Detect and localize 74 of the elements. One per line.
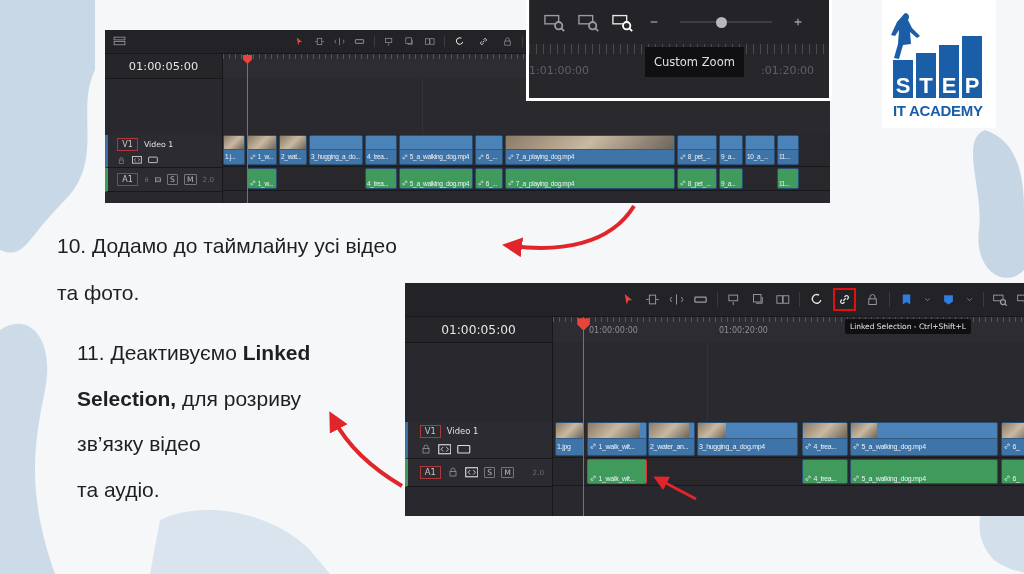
link-icon [477, 179, 485, 187]
link-icon [1003, 442, 1012, 451]
link-icon [249, 152, 257, 161]
magnet-icon[interactable] [809, 292, 824, 307]
link-icon [1003, 473, 1012, 482]
timecode-display: 01:00:05:00 [105, 54, 222, 79]
ruler-timecode: 01:00:20:00 [719, 325, 768, 335]
trim-icon[interactable] [314, 36, 325, 47]
link-icon [589, 473, 598, 482]
link-icon [804, 442, 813, 451]
photo-placeholder [588, 423, 640, 438]
link-icon [401, 152, 409, 161]
link-icon [249, 179, 257, 187]
replace-clip-icon[interactable] [775, 292, 790, 307]
link-icon [679, 179, 687, 187]
pointer-arrow [653, 476, 697, 501]
photo-placeholder [280, 136, 306, 149]
monitor-icon[interactable] [457, 444, 471, 455]
step-logo-drawing: S T E P IT ACADEMY [889, 5, 989, 123]
link-icon[interactable] [478, 36, 489, 47]
photo-placeholder [851, 423, 877, 438]
auto-select-icon[interactable] [464, 467, 479, 478]
lock-icon[interactable] [502, 36, 513, 47]
pointer-icon[interactable] [294, 36, 305, 47]
zoom-icon[interactable] [993, 292, 1008, 307]
link-icon [401, 179, 409, 187]
photo-placeholder [556, 423, 583, 438]
link-icon [804, 473, 813, 482]
link-icon [589, 442, 598, 451]
overwrite-clip-icon[interactable] [404, 36, 415, 47]
auto-select-icon[interactable] [437, 444, 452, 455]
trim-icon[interactable] [645, 292, 660, 307]
overwrite-clip-icon[interactable] [751, 292, 766, 307]
insert-clip-icon[interactable] [384, 36, 395, 47]
monitor-icon[interactable] [148, 156, 158, 164]
lock-icon[interactable] [865, 292, 880, 307]
instruction-text: 10. Додамо до таймлайну усі відео та фото. [57, 233, 397, 306]
link-icon [852, 473, 861, 482]
ruler-timecode: :01:20:00 [761, 64, 815, 77]
lock-icon[interactable] [117, 155, 127, 165]
track-badge: V1 [117, 137, 138, 151]
timecode-display: 01:00:05:00 [405, 317, 552, 343]
track-badge: A1 [117, 172, 138, 187]
blade-icon[interactable] [354, 36, 365, 47]
auto-select-icon[interactable] [155, 175, 162, 184]
link-icon [507, 179, 515, 187]
link-icon [507, 152, 515, 161]
link-icon [852, 442, 861, 451]
photo-placeholder [698, 423, 726, 438]
ruler-timecode: 1:01:00:00 [529, 64, 590, 77]
photo-placeholder [803, 423, 847, 438]
photo-placeholder [649, 423, 689, 438]
ruler-timecode: 01:00:00:00 [589, 325, 638, 335]
instruction-text: 11. Деактивуємо Linked Selection, для розриву зв’язку відео та аудіо. [77, 340, 311, 503]
tooltip: Custom Zoom [645, 47, 744, 77]
dynamic-trim-icon[interactable] [669, 292, 684, 307]
replace-clip-icon[interactable] [424, 36, 435, 47]
track-badge: A1 [419, 465, 441, 480]
caret-icon[interactable] [965, 295, 974, 304]
link-icon [679, 152, 687, 161]
track-badge: V1 [419, 424, 441, 439]
photo-placeholder [1002, 423, 1024, 438]
timeline-view-icon[interactable] [113, 35, 126, 48]
caret-icon[interactable] [923, 295, 932, 304]
auto-select-icon[interactable] [132, 156, 143, 164]
photo-placeholder [224, 136, 244, 149]
marker-icon[interactable] [941, 292, 956, 307]
lock-icon[interactable] [446, 466, 459, 479]
link-icon [477, 152, 485, 161]
dynamic-trim-icon[interactable] [334, 36, 345, 47]
track-name: Video 1 [446, 426, 479, 437]
photo-placeholder [248, 136, 276, 149]
lock-icon[interactable] [419, 443, 432, 456]
magnet-icon[interactable] [454, 36, 465, 47]
